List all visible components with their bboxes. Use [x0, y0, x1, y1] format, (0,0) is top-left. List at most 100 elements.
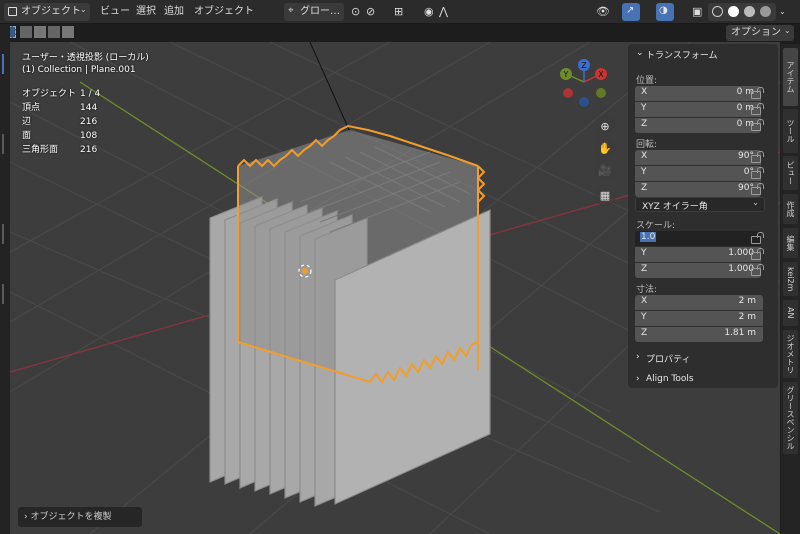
align-tools-panel-header[interactable]: Align Tools: [646, 374, 694, 384]
transform-title[interactable]: トランスフォーム: [646, 48, 718, 61]
location-x-field[interactable]: X0 m: [635, 86, 761, 101]
properties-panel-header[interactable]: プロパティ: [646, 352, 690, 365]
chevron-right-icon[interactable]: ›: [636, 374, 640, 384]
lock-icon[interactable]: [751, 87, 764, 99]
redo-panel-label: オブジェクトを複製: [30, 512, 112, 522]
rotation-y-field[interactable]: Y 0°: [635, 166, 761, 181]
tab-edit[interactable]: 編集: [783, 228, 798, 258]
shading-options-chevron-icon[interactable]: ⌄: [779, 4, 786, 20]
transform-collapse-icon[interactable]: ⌄: [636, 48, 644, 58]
toolbar-handle[interactable]: [2, 54, 4, 74]
menu-view[interactable]: ビュー: [100, 4, 130, 20]
rendered-shading-icon[interactable]: [760, 6, 771, 17]
tab-label: kei2m: [786, 266, 795, 292]
stat-label: 辺: [22, 117, 32, 127]
mode-selector[interactable]: オブジェクト ⌄: [4, 3, 90, 21]
perspective-grid-icon[interactable]: ▦: [594, 184, 616, 206]
scale-label: スケール:: [636, 221, 676, 231]
visibility-icon[interactable]: 👁: [596, 4, 610, 20]
rotation-x-field[interactable]: X 90°: [635, 150, 761, 165]
wireframe-shading-icon[interactable]: [712, 6, 723, 17]
pan-hand-icon[interactable]: ✋: [594, 137, 616, 159]
dimensions-y-field[interactable]: Y 2 m: [635, 311, 763, 326]
stat-value: 1 / 4: [80, 89, 101, 99]
redo-last-panel[interactable]: › オブジェクトを複製: [18, 507, 142, 527]
options-dropdown[interactable]: オプション ⌄: [726, 25, 794, 41]
solid-shading-icon[interactable]: [728, 6, 739, 17]
lock-icon[interactable]: [751, 167, 764, 179]
gizmo-toggle-button[interactable]: ↗: [622, 3, 640, 21]
lock-icon[interactable]: [751, 119, 764, 131]
lock-icon[interactable]: [751, 183, 764, 195]
rotation-mode-label: XYZ オイラー角: [642, 202, 708, 212]
transform-orientation-dropdown[interactable]: ⌖ グロー…: [284, 3, 344, 21]
object-origin: [302, 268, 308, 274]
material-shading-icon[interactable]: [744, 6, 755, 17]
lock-icon[interactable]: [751, 232, 764, 244]
select-subtract-icon[interactable]: [48, 26, 60, 38]
lock-icon[interactable]: [751, 248, 764, 260]
rotation-z-field[interactable]: Z 90°: [635, 182, 761, 197]
scale-y-field[interactable]: Y 1.000: [635, 247, 761, 262]
chevron-down-icon: ⌄: [80, 5, 87, 14]
rotation-label: 回転:: [636, 140, 658, 150]
proportional-edit-icon[interactable]: ◉: [424, 4, 434, 20]
scale-x-field[interactable]: 1.0: [635, 231, 761, 246]
tab-view[interactable]: ビュー: [783, 156, 798, 190]
tab-create[interactable]: 作成: [783, 194, 798, 224]
tab-tool[interactable]: ツール: [783, 109, 798, 153]
location-z-field[interactable]: Z0 m: [635, 118, 761, 133]
menu-select[interactable]: 選択: [136, 4, 156, 20]
chevron-down-icon: ⌄: [784, 26, 791, 35]
tab-label: 作成: [786, 201, 795, 217]
tool-settings-bar: オプション ⌄: [0, 24, 800, 42]
toolbar-handle[interactable]: [2, 284, 4, 304]
zoom-icon[interactable]: ⊕: [594, 115, 616, 137]
gizmo-x-label: X: [598, 70, 604, 79]
toolbar-handle[interactable]: [2, 134, 4, 154]
menu-add[interactable]: 追加: [164, 4, 184, 20]
tab-an[interactable]: AN: [783, 300, 798, 326]
pivot-icon[interactable]: ⊙: [351, 4, 360, 20]
dimensions-x-field[interactable]: X 2 m: [635, 295, 763, 310]
overlay-toggle-button[interactable]: ◑: [656, 3, 674, 21]
dimensions-label: 寸法:: [636, 285, 658, 295]
field-value: 2 m: [738, 312, 756, 322]
lock-icon[interactable]: [751, 264, 764, 276]
tab-grease-pencil[interactable]: グリースペンシル: [783, 382, 798, 454]
gizmo-y-label: Y: [563, 70, 569, 79]
chevron-right-icon[interactable]: ›: [636, 352, 640, 362]
lock-icon[interactable]: [751, 151, 764, 163]
location-y-field[interactable]: Y0 m: [635, 102, 761, 117]
select-extend-icon[interactable]: [34, 26, 46, 38]
camera-icon[interactable]: 🎥: [594, 159, 616, 181]
select-invert-icon[interactable]: [62, 26, 74, 38]
stat-value: 144: [80, 103, 98, 113]
tab-label: ジオメトリ: [786, 334, 795, 374]
plane-stack: [209, 130, 491, 507]
stat-value: 216: [80, 117, 98, 127]
navigation-gizmo[interactable]: Y X Z: [556, 58, 612, 110]
menu-object[interactable]: オブジェクト: [194, 4, 254, 20]
dimensions-z-field[interactable]: Z 1.81 m: [635, 327, 763, 342]
snap-link-icon[interactable]: ⊘: [366, 4, 375, 20]
tab-geometry[interactable]: ジオメトリ: [783, 330, 798, 378]
lock-icon[interactable]: [751, 103, 764, 115]
stat-label: 面: [22, 131, 32, 141]
overlay-icon: ◑: [659, 5, 668, 16]
options-label: オプション: [731, 27, 781, 38]
snap-grid-icon[interactable]: ⊞: [394, 4, 403, 20]
xray-icon[interactable]: ▣: [692, 4, 702, 20]
tab-item[interactable]: アイテム: [783, 48, 798, 106]
select-new-icon[interactable]: [20, 26, 32, 38]
tab-label: ツール: [786, 119, 795, 143]
falloff-icon[interactable]: ⋀: [439, 4, 448, 20]
tab-kei2m[interactable]: kei2m: [783, 262, 798, 296]
gizmo-z-label: Z: [581, 61, 587, 70]
sidebar-tabs: アイテム ツール ビュー 作成 編集 kei2m AN ジオメトリ グリースペン…: [781, 44, 800, 534]
axis-label: X: [641, 296, 648, 306]
rotation-mode-dropdown[interactable]: XYZ オイラー角 ⌄: [635, 197, 765, 212]
toolbar-handle[interactable]: [2, 224, 4, 244]
scale-z-field[interactable]: Z 1.000: [635, 263, 761, 278]
stat-row: オブジェクト 1 / 4: [22, 87, 100, 101]
